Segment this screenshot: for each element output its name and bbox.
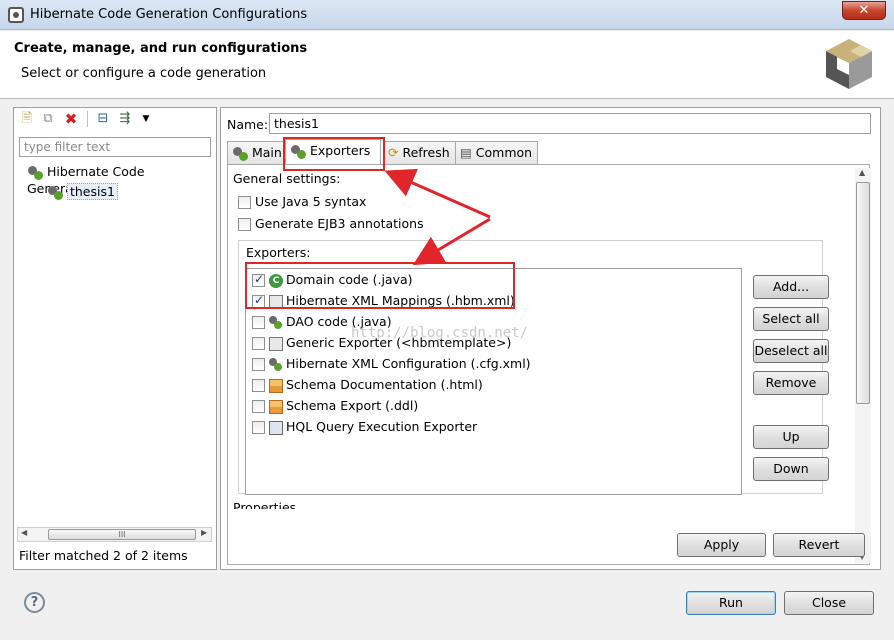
move-down-button[interactable]: Down [753,457,829,481]
properties-label-truncated: Properties [233,501,296,509]
xml-mapping-icon [269,336,283,351]
checkbox-box[interactable] [252,421,265,434]
exporter-row-hql[interactable]: HQL Query Execution Exporter [252,419,477,439]
filter-input[interactable]: type filter text [19,137,211,157]
exporter-row-schema-doc[interactable]: Schema Documentation (.html) [252,377,483,397]
refresh-icon: ⟳ [388,145,399,160]
configuration-tree-panel: 🗎 ⧉ ✖ ⊟ ⇶ ▼ type filter text Hibernate C… [13,107,217,570]
general-settings-label: General settings: [233,171,341,186]
tab-main[interactable]: Main [227,141,288,165]
exporters-tab-content: General settings: Use Java 5 syntax Gene… [227,164,871,565]
exporter-label: Schema Export (.ddl) [286,398,419,413]
scroll-left-icon[interactable]: ◀ [21,528,27,537]
hibernate-icon [269,315,283,330]
chevron-down-icon[interactable]: ▼ [138,111,154,127]
exporters-label: Exporters: [246,245,311,260]
collapse-all-icon[interactable]: ⊟ [95,111,111,127]
exporter-label: Hibernate XML Configuration (.cfg.xml) [286,356,531,371]
hql-icon [269,420,283,435]
name-label: Name: [227,117,269,132]
watermark-text: http://blog.csdn.net/ [351,325,529,341]
checkbox-label: Use Java 5 syntax [255,194,367,209]
duplicate-icon[interactable]: ⧉ [40,111,56,127]
apply-button[interactable]: Apply [677,533,766,557]
move-up-button[interactable]: Up [753,425,829,449]
tab-label: Main [251,145,282,160]
hibernate-icon [269,357,283,372]
scroll-thumb[interactable] [856,182,870,404]
header-subtitle: Select or configure a code generation [21,66,267,81]
common-icon: ▤ [460,145,472,160]
tab-refresh[interactable]: ⟳ Refresh [383,141,456,165]
tree-item-label: thesis1 [66,183,118,200]
app-icon [8,7,24,23]
annotation-box-exporters-tab [283,137,385,171]
exporter-label: Schema Documentation (.html) [286,377,483,392]
hibernate-icon [232,146,248,162]
header-title: Create, manage, and run configurations [14,41,308,56]
filter-icon[interactable]: ⇶ [117,111,133,127]
exporter-row-schema-export[interactable]: Schema Export (.ddl) [252,398,418,418]
exporter-label: HQL Query Execution Exporter [286,419,478,434]
revert-button[interactable]: Revert [773,533,865,557]
hibernate-logo-icon [826,39,872,89]
scroll-thumb[interactable]: III [48,529,196,540]
schema-icon [269,399,283,414]
properties-label-text: Properties [233,501,297,509]
tree-item-thesis1[interactable]: thesis1 [47,183,118,201]
delete-icon[interactable]: ✖ [63,111,79,127]
window-close-button[interactable]: ✕ [842,1,886,20]
title-bar: Hibernate Code Generation Configurations… [0,0,894,30]
scroll-right-icon[interactable]: ▶ [201,528,207,537]
scroll-up-icon[interactable]: ▲ [859,168,865,177]
use-java5-checkbox[interactable]: Use Java 5 syntax [238,194,366,209]
toolbar-divider [87,111,88,127]
name-input[interactable]: thesis1 [269,113,871,134]
filter-status: Filter matched 2 of 2 items [19,548,188,563]
checkbox-box[interactable] [238,196,251,209]
dialog-header: Create, manage, and run configurations S… [0,31,894,99]
checkbox-box[interactable] [252,400,265,413]
annotation-arrows [384,168,491,266]
run-button[interactable]: Run [686,591,776,615]
checkbox-box[interactable] [238,218,251,231]
tab-common[interactable]: ▤ Common [455,141,539,165]
checkbox-box[interactable] [252,316,265,329]
checkbox-box[interactable] [252,337,265,350]
checkbox-box[interactable] [252,358,265,371]
add-exporter-button[interactable]: Add... [753,275,829,299]
tab-label: Refresh [402,145,450,160]
exporter-row-cfg-xml[interactable]: Hibernate XML Configuration (.cfg.xml) [252,356,531,376]
help-icon[interactable]: ? [24,592,45,613]
vertical-scrollbar[interactable]: ▲ ▼ [855,168,871,563]
select-all-button[interactable]: Select all [753,307,829,331]
remove-button[interactable]: Remove [753,371,829,395]
hibernate-icon [47,185,63,201]
close-button[interactable]: Close [784,591,874,615]
hibernate-icon [27,165,43,181]
configuration-editor-panel: Name: thesis1 Main Exporters ⟳ Refresh ▤… [220,107,881,570]
horizontal-scrollbar[interactable]: ◀ III ▶ [17,527,212,542]
window-title: Hibernate Code Generation Configurations [30,7,308,22]
new-configuration-icon[interactable]: 🗎 [19,111,35,127]
schema-icon [269,378,283,393]
deselect-all-button[interactable]: Deselect all [753,339,829,363]
tab-label: Common [475,145,533,160]
checkbox-box[interactable] [252,379,265,392]
